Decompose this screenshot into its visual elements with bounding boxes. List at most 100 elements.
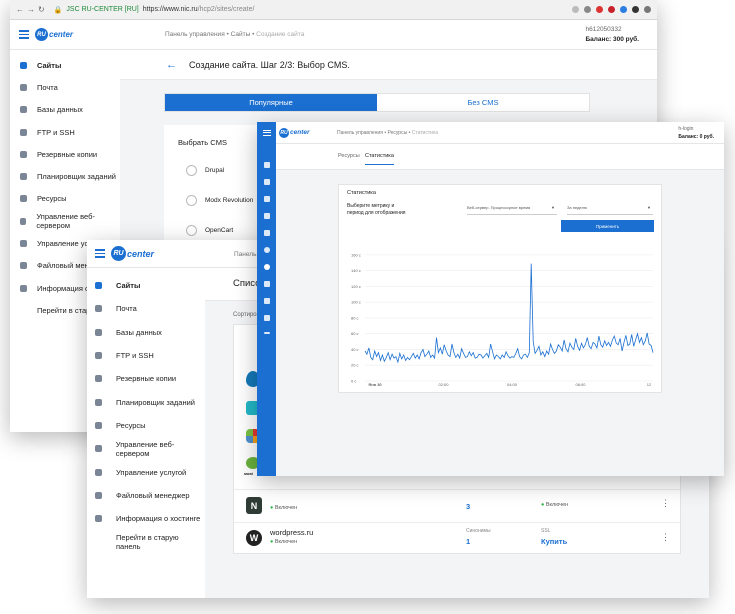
sidebar-item[interactable]: Почта [10,76,120,98]
synonyms-count[interactable]: 1 [466,537,470,546]
tab-no-cms[interactable]: Без CMS [377,94,589,111]
sidebar-item[interactable]: Управление услугой [87,460,205,483]
star-icon[interactable] [572,6,579,13]
resources-icon [95,421,102,429]
sidebar-item[interactable]: FTP и SSH [10,121,120,143]
scheduler-icon [20,173,27,181]
database-icon[interactable] [263,196,270,202]
sidebar-item[interactable]: Базы данных [10,99,120,121]
extension-icon[interactable] [584,6,591,13]
y-tick-label: 140 с [351,268,361,273]
sidebar-item[interactable]: Планировщик заданий [10,165,120,187]
hamburger-menu-icon[interactable] [263,129,271,136]
sidebar-item[interactable]: Резервные копии [87,367,205,390]
pinterest-icon[interactable] [608,6,615,13]
row-menu-icon[interactable]: ⋮ [661,498,670,509]
backup-icon[interactable] [263,230,270,236]
sidebar-item[interactable]: Информация о хостинге [87,507,205,530]
menu-dots-icon[interactable] [644,6,651,13]
ru-center-logo[interactable]: RU center [35,28,73,41]
period-select[interactable]: За неделю ▼ [567,205,653,215]
cms-option[interactable]: Drupal [186,165,224,176]
sidebar-item[interactable]: Файловый менеджер [87,484,205,507]
x-tick-label: Янв 30 [368,382,382,387]
sidebar-item[interactable]: Перейти в старую панель [87,530,205,553]
tab-popular[interactable]: Популярные [165,94,377,111]
account-info[interactable]: h612050332 Баланс: 300 руб. [585,25,639,45]
series-line [364,263,654,364]
row-menu-icon[interactable]: ⋮ [661,532,670,543]
metric-select[interactable]: Веб-сервер. Процессорное время ▼ [467,205,557,215]
header: RU center Панель управления • Ресурсы • … [263,122,724,144]
synonyms-count[interactable]: 3 [466,502,470,511]
cms-option[interactable]: OpenCart [186,225,233,236]
tab-statistics[interactable]: Статистика [365,153,394,165]
back-arrow-icon[interactable]: ← [166,59,177,71]
address-bar[interactable]: https://www.nic.ru/hcp2/sites/create/ [143,6,255,13]
resources-icon[interactable] [263,264,270,270]
folder-icon[interactable] [263,315,270,321]
browser-nav-icons[interactable]: ←→↻ [16,5,48,14]
balance: Баланс: 0 руб. [678,134,714,140]
info-icon[interactable] [263,332,270,334]
breadcrumb-item[interactable]: Панель управления [165,31,225,38]
sidebar-item-label: Почта [37,82,58,92]
cms-option[interactable]: Modx Revolution [186,195,253,206]
main-content: RU center Панель управления • Ресурсы • … [263,122,724,476]
sidebar-item[interactable]: Ресурсы [87,414,205,437]
statistics-line-chart: 0 с 20 с 40 с 60 с 80 с 100 с 120 с 140 с 160 с Я… [351,252,654,387]
radio-button[interactable] [186,225,197,236]
radio-button[interactable] [186,165,197,176]
extension-icon[interactable] [632,6,639,13]
account-info[interactable]: h-login Баланс: 0 руб. [678,125,714,141]
buy-ssl-link[interactable]: Купить [541,537,567,546]
breadcrumb-item[interactable]: Панель управления [337,130,383,136]
chevron-down-icon: ▼ [647,205,651,210]
sidebar-item-label: Резервные копии [116,374,177,384]
scheduler-icon[interactable] [263,247,270,253]
breadcrumb-item[interactable]: Ресурсы [387,130,407,136]
sidebar-item[interactable]: Сайты [87,274,205,297]
secure-label: JSC RU-CENTER [RU] [66,6,139,13]
sidebar-item[interactable]: Резервные копии [10,143,120,165]
sidebar-item-label: Сайты [116,281,141,291]
sort-label[interactable]: Сортиров [233,312,260,318]
site-name[interactable]: wordpress.ru [270,528,313,537]
mail-icon[interactable] [263,179,270,185]
apply-button[interactable]: Применить [561,220,654,232]
metric-prompt: Выберите метрику и период для отображени… [347,203,406,216]
extension-icon[interactable] [620,6,627,13]
radio-button[interactable] [186,195,197,206]
breadcrumb[interactable]: Панель [234,251,256,258]
sidebar-item[interactable]: Планировщик заданий [87,390,205,413]
breadcrumb-item[interactable]: Сайты [231,31,251,38]
service-icon[interactable] [263,298,270,304]
y-tick-label: 40 с [351,347,359,352]
table-row[interactable]: N ● Включен 3 ● Включен ⋮ [234,489,680,522]
tab-resources[interactable]: Ресурсы [338,153,360,159]
x-tick-label: 12 [647,382,652,387]
page-title: Создание сайта. Шаг 2/3: Выбор CMS. [189,59,350,70]
hamburger-menu-icon[interactable] [95,249,105,258]
mail-icon [20,83,27,91]
hamburger-menu-icon[interactable] [19,30,29,39]
account-id: h612050332 [585,26,622,33]
sites-icon[interactable] [263,162,270,168]
webserver-icon[interactable] [263,281,270,287]
sidebar-item[interactable]: Почта [87,297,205,320]
sidebar-item-label: Резервные копии [37,149,98,159]
table-row[interactable]: W wordpress.ru ● Включен Синонимы 1 SSL … [234,522,680,555]
sidebar-item[interactable]: Управление веб-сервером [87,437,205,460]
ftp-icon[interactable] [263,213,270,219]
ru-center-logo[interactable]: RU center [279,127,310,138]
sidebar-item[interactable]: Управление веб-сервером [10,210,120,232]
sidebar-item-label: Почта [116,304,137,314]
breadcrumb: Панель управления • Сайты • Создание сай… [165,31,305,38]
ru-center-logo[interactable]: RU center [111,246,154,261]
sidebar-item[interactable]: Базы данных [87,321,205,344]
sidebar-item[interactable]: Ресурсы [10,188,120,210]
sidebar-item[interactable]: Сайты [10,54,120,76]
extension-icon[interactable] [596,6,603,13]
backup-icon [20,150,27,158]
sidebar-item[interactable]: FTP и SSH [87,344,205,367]
